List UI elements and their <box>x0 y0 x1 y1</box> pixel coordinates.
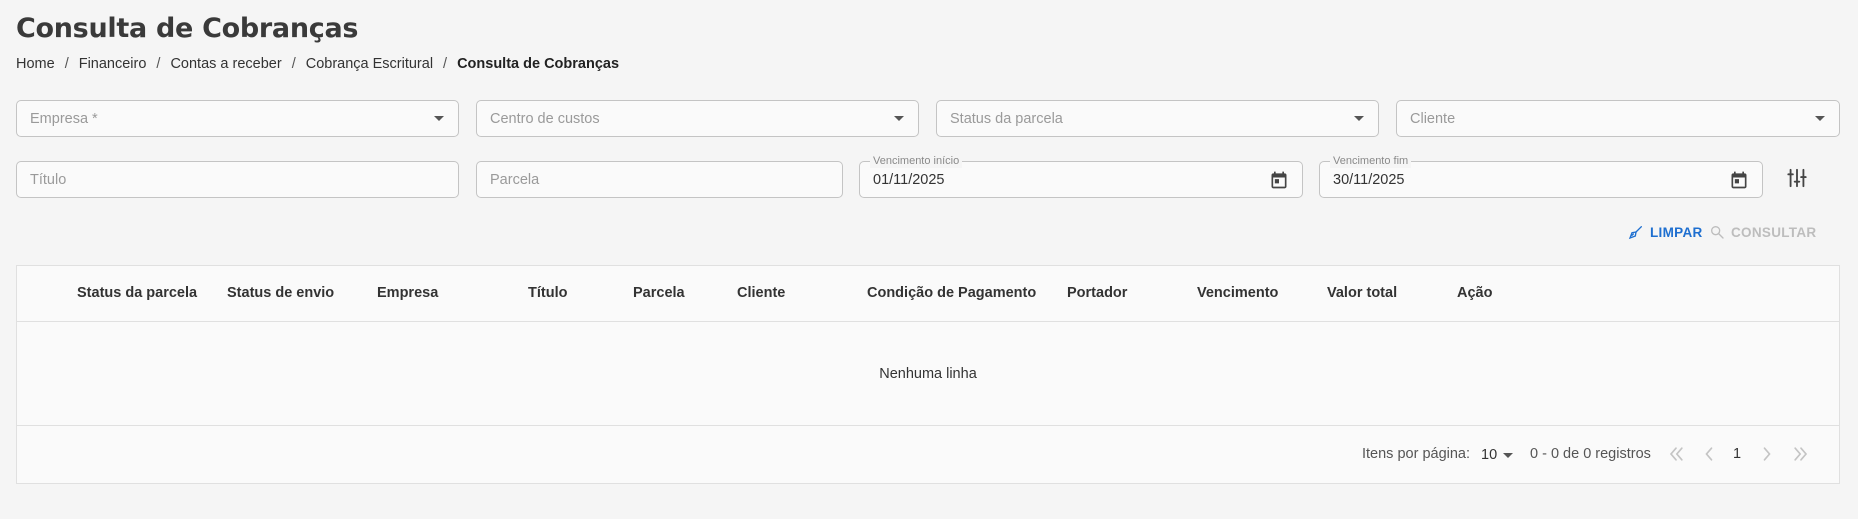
column-parcela[interactable]: Parcela <box>633 285 685 301</box>
chevron-down-icon <box>894 116 904 121</box>
filter-settings-icon[interactable] <box>1786 167 1808 189</box>
first-page-icon[interactable] <box>1666 444 1686 464</box>
empresa-select[interactable]: Empresa * <box>16 100 459 137</box>
vencimento-inicio-label: Vencimento início <box>870 155 963 168</box>
parcela-placeholder: Parcela <box>490 171 540 188</box>
parcela-input[interactable]: Parcela <box>476 161 843 198</box>
status-parcela-placeholder: Status da parcela <box>950 110 1063 127</box>
column-valor-total[interactable]: Valor total <box>1327 285 1397 301</box>
centro-custos-select[interactable]: Centro de custos <box>476 100 919 137</box>
column-status-parcela[interactable]: Status da parcela <box>77 285 197 301</box>
pagination: Itens por página: 10 0 - 0 de 0 registro… <box>17 426 1839 484</box>
breadcrumb-home[interactable]: Home <box>16 56 55 72</box>
breadcrumb-separator: / <box>156 56 161 72</box>
consultar-button[interactable]: CONSULTAR <box>1709 224 1816 240</box>
chevron-down-icon <box>1354 116 1364 121</box>
current-page: 1 <box>1733 446 1742 462</box>
status-parcela-select[interactable]: Status da parcela <box>936 100 1379 137</box>
cliente-placeholder: Cliente <box>1410 110 1456 127</box>
items-per-page-label: Itens por página: <box>1362 446 1471 462</box>
breadcrumb: Home / Financeiro / Contas a receber / C… <box>16 56 619 72</box>
column-empresa[interactable]: Empresa <box>377 285 438 301</box>
page-size-select[interactable]: 10 <box>1481 447 1514 463</box>
limpar-label: LIMPAR <box>1650 224 1703 240</box>
column-vencimento[interactable]: Vencimento <box>1197 285 1278 301</box>
empresa-placeholder: Empresa * <box>30 110 98 127</box>
column-acao: Ação <box>1457 285 1493 301</box>
chevron-down-icon <box>434 116 444 121</box>
titulo-input[interactable]: Título <box>16 161 459 198</box>
calendar-icon[interactable] <box>1729 170 1749 190</box>
calendar-icon[interactable] <box>1269 170 1289 190</box>
empty-message: Nenhuma linha <box>17 322 1839 426</box>
vencimento-fim-field[interactable]: Vencimento fim 30/11/2025 <box>1319 155 1763 198</box>
breadcrumb-contas-receber[interactable]: Contas a receber <box>170 56 281 72</box>
column-titulo[interactable]: Título <box>528 285 567 301</box>
results-table: Status da parcela Status de envio Empres… <box>16 265 1840 484</box>
breadcrumb-separator: / <box>443 56 448 72</box>
breadcrumb-current: Consulta de Cobranças <box>457 56 620 72</box>
column-condicao-pagamento[interactable]: Condição de Pagamento <box>867 285 1036 301</box>
limpar-button[interactable]: LIMPAR <box>1628 224 1703 240</box>
prev-page-icon[interactable] <box>1699 444 1719 464</box>
centro-custos-placeholder: Centro de custos <box>490 110 600 127</box>
vencimento-inicio-field[interactable]: Vencimento início 01/11/2025 <box>859 155 1303 198</box>
breadcrumb-separator: / <box>64 56 69 72</box>
table-header: Status da parcela Status de envio Empres… <box>17 266 1839 322</box>
page-title: Consulta de Cobranças <box>16 13 359 44</box>
page-size-value: 10 <box>1481 447 1498 463</box>
breadcrumb-cobranca-escritural[interactable]: Cobrança Escritural <box>306 56 433 72</box>
vencimento-inicio-value: 01/11/2025 <box>873 171 945 188</box>
vencimento-fim-value: 30/11/2025 <box>1333 171 1405 188</box>
chevron-down-icon <box>1815 116 1825 121</box>
column-portador[interactable]: Portador <box>1067 285 1127 301</box>
next-page-icon[interactable] <box>1757 444 1777 464</box>
consultar-label: CONSULTAR <box>1731 224 1817 240</box>
chevron-down-icon <box>1503 452 1514 458</box>
cliente-select[interactable]: Cliente <box>1396 100 1840 137</box>
titulo-placeholder: Título <box>30 171 67 188</box>
vencimento-fim-label: Vencimento fim <box>1330 155 1412 168</box>
last-page-icon[interactable] <box>1791 444 1811 464</box>
breadcrumb-separator: / <box>291 56 296 72</box>
search-icon <box>1711 226 1724 239</box>
column-cliente[interactable]: Cliente <box>737 285 785 301</box>
breadcrumb-financeiro[interactable]: Financeiro <box>79 56 147 72</box>
column-status-envio[interactable]: Status de envio <box>227 285 334 301</box>
broom-icon <box>1628 226 1642 240</box>
range-label: 0 - 0 de 0 registros <box>1530 446 1651 462</box>
